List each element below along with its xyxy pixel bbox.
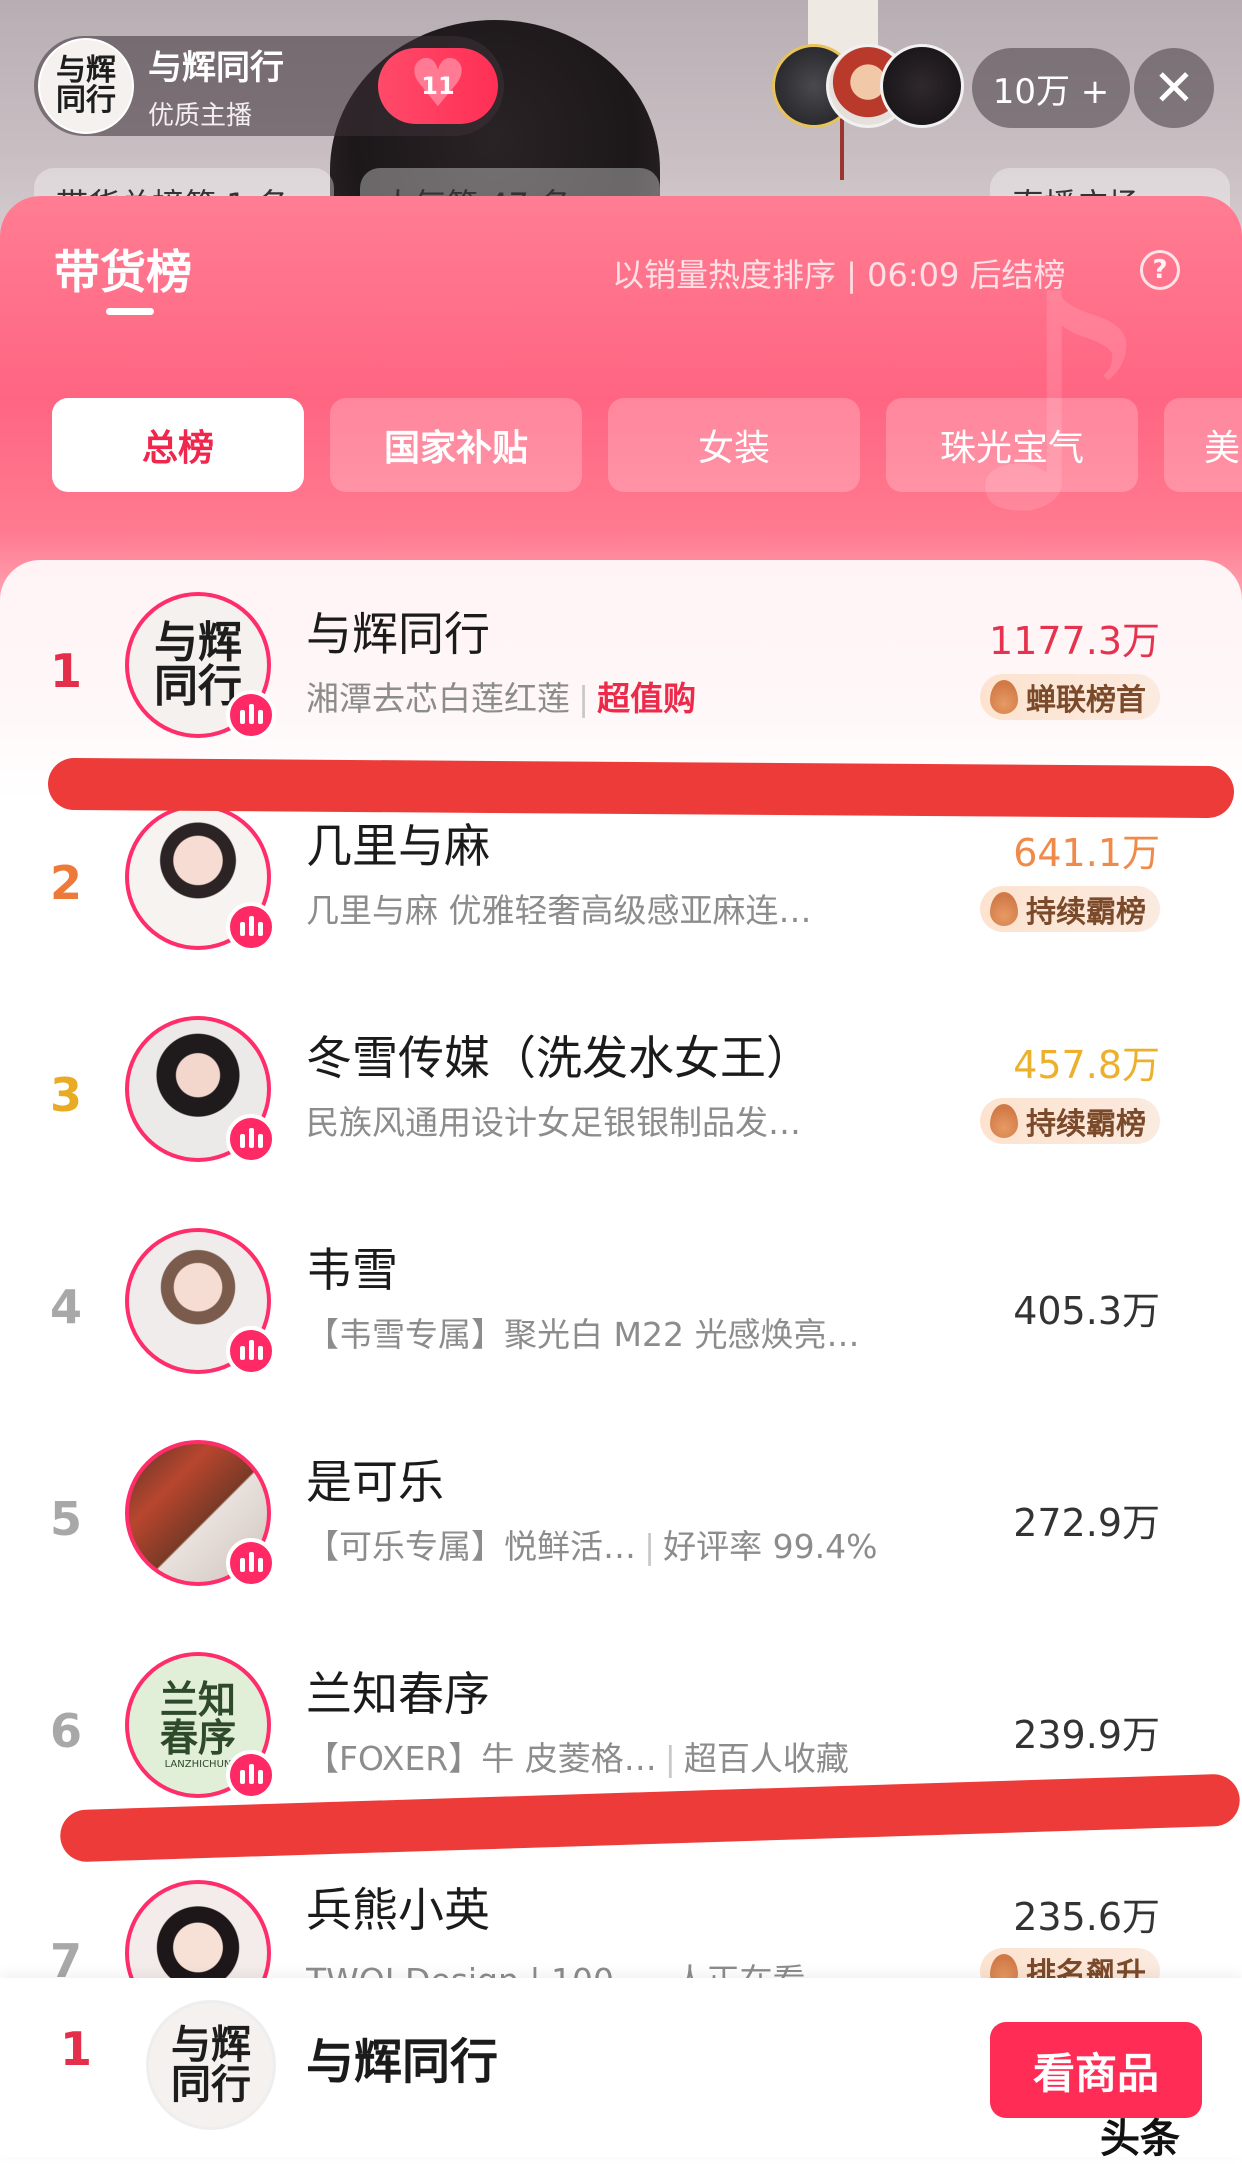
sales-value: 272.9万 bbox=[1013, 1501, 1160, 1545]
live-indicator-icon bbox=[226, 1750, 276, 1800]
live-indicator-icon bbox=[226, 902, 276, 952]
top-viewers[interactable] bbox=[772, 44, 964, 130]
rank-badge: 蝉联榜首 bbox=[980, 674, 1160, 720]
heart-count: 11 bbox=[421, 72, 455, 100]
streamer-name: 冬雪传媒（洗发水女王） bbox=[306, 1031, 812, 1085]
current-host-bar[interactable]: 1 与辉同行 与辉同行 看商品 bbox=[0, 1978, 1242, 2157]
product-description: 湘潭去芯白莲红莲 | 超值购 bbox=[306, 679, 697, 718]
help-icon[interactable]: ? bbox=[1140, 250, 1180, 290]
flame-icon bbox=[990, 892, 1018, 926]
streamer-name: 与辉同行 bbox=[306, 607, 490, 661]
host-tag: 优质主播 bbox=[148, 101, 253, 131]
rank-number: 4 bbox=[50, 1280, 83, 1334]
live-indicator-icon bbox=[226, 1326, 276, 1376]
current-host-avatar[interactable]: 与辉同行 bbox=[146, 2000, 276, 2130]
tab-womens-wear[interactable]: 女装 bbox=[608, 398, 860, 492]
product-text: 湘潭去芯白莲红莲 bbox=[306, 679, 570, 718]
toutiao-watermark: 头条 bbox=[1100, 2116, 1180, 2162]
tab-national-subsidy[interactable]: 国家补贴 bbox=[330, 398, 582, 492]
product-text: 【FOXER】牛 皮菱格… bbox=[306, 1739, 657, 1778]
sales-value: 405.3万 bbox=[1013, 1289, 1160, 1333]
streamer-name: 韦雪 bbox=[306, 1243, 398, 1297]
tab-jewelry[interactable]: 珠光宝气 bbox=[886, 398, 1138, 492]
product-description: 【可乐专属】悦鲜活… | 好评率 99.4% bbox=[306, 1527, 878, 1566]
streamer-name: 几里与麻 bbox=[306, 819, 490, 873]
viewer-count-button[interactable]: 10万 + bbox=[972, 48, 1130, 128]
rank-number: 3 bbox=[50, 1068, 83, 1122]
ranking-row[interactable]: 2 几里与麻 几里与麻 优雅轻奢高级感亚麻连… 641.1万 持续霸榜 bbox=[0, 804, 1242, 1004]
host-avatar-text: 与辉同行 bbox=[56, 53, 116, 118]
sales-value: 235.6万 bbox=[1013, 1895, 1160, 1939]
live-indicator-icon bbox=[226, 690, 276, 740]
ranking-sheet: ♪ 带货榜 以销量热度排序 | 06:09 后结榜 ? 总榜 国家补贴 女装 珠… bbox=[0, 196, 1242, 2157]
viewer-avatar[interactable] bbox=[880, 44, 964, 128]
rank-number: 5 bbox=[50, 1492, 83, 1546]
rank-badge-text: 持续霸榜 bbox=[1026, 895, 1146, 930]
tab-beauty[interactable]: 美 bbox=[1164, 398, 1242, 492]
board-title: 带货榜 bbox=[54, 245, 192, 299]
streamer-name: 兰知春序 bbox=[306, 1667, 490, 1721]
close-icon[interactable]: ✕ bbox=[1134, 48, 1214, 128]
avatar-brand-subtext: LANZHICHUN bbox=[164, 1758, 232, 1770]
ranking-row[interactable]: 4 韦雪 【韦雪专属】聚光白 M22 光感焕亮… 405.3万 bbox=[0, 1228, 1242, 1428]
rank-badge-text: 蝉联榜首 bbox=[1026, 683, 1146, 718]
tab-overall[interactable]: 总榜 bbox=[52, 398, 304, 492]
product-description: 几里与麻 优雅轻奢高级感亚麻连… bbox=[306, 891, 812, 930]
rank-number: 1 bbox=[50, 644, 83, 698]
heart-icon: 11 bbox=[408, 51, 468, 117]
sales-value: 1177.3万 bbox=[989, 619, 1160, 663]
red-strike-mark bbox=[47, 757, 1235, 819]
host-name: 与辉同行 bbox=[148, 48, 284, 88]
streamer-name: 是可乐 bbox=[306, 1455, 444, 1509]
title-underline bbox=[106, 308, 154, 315]
product-tag: 超值购 bbox=[597, 679, 697, 718]
sales-value: 641.1万 bbox=[1013, 831, 1160, 875]
rank-number: 6 bbox=[50, 1704, 83, 1758]
category-tabs: 总榜 国家补贴 女装 珠光宝气 美 bbox=[52, 398, 1242, 492]
rank-number: 2 bbox=[50, 856, 83, 910]
flame-icon bbox=[990, 1104, 1018, 1138]
sales-value: 239.9万 bbox=[1013, 1713, 1160, 1757]
view-products-button[interactable]: 看商品 bbox=[990, 2022, 1202, 2118]
flame-icon bbox=[990, 680, 1018, 714]
host-avatar[interactable]: 与辉同行 bbox=[38, 38, 134, 134]
product-description: 【FOXER】牛 皮菱格… | 超百人收藏 bbox=[306, 1739, 849, 1778]
product-description: 民族风通用设计女足银银制品发… bbox=[306, 1103, 801, 1142]
product-tag: 好评率 99.4% bbox=[663, 1527, 878, 1566]
sales-value: 457.8万 bbox=[1013, 1043, 1160, 1087]
ranking-row[interactable]: 5 是可乐 【可乐专属】悦鲜活… | 好评率 99.4% 272.9万 bbox=[0, 1440, 1242, 1640]
product-text: 【可乐专属】悦鲜活… bbox=[306, 1527, 636, 1566]
current-host-name: 与辉同行 bbox=[306, 2034, 499, 2090]
current-rank-number: 1 bbox=[60, 2022, 93, 2076]
product-description: 【韦雪专属】聚光白 M22 光感焕亮… bbox=[306, 1315, 860, 1354]
host-avatar-calligraphy: 与辉同行 bbox=[51, 56, 121, 116]
rank-badge-text: 持续霸榜 bbox=[1026, 1107, 1146, 1142]
fan-club-heart-badge[interactable]: 11 bbox=[378, 48, 498, 124]
ranking-row[interactable]: 3 冬雪传媒（洗发水女王） 民族风通用设计女足银银制品发… 457.8万 持续霸… bbox=[0, 1016, 1242, 1216]
streamer-name: 兵熊小英 bbox=[306, 1883, 490, 1937]
product-tag: 超百人收藏 bbox=[683, 1739, 849, 1778]
sort-note: 以销量热度排序 | 06:09 后结榜 bbox=[612, 256, 1066, 294]
rank-badge: 持续霸榜 bbox=[980, 1098, 1160, 1144]
current-host-avatar-text: 与辉同行 bbox=[171, 2021, 251, 2108]
live-indicator-icon bbox=[226, 1538, 276, 1588]
avatar-brand-text: 兰知春序 bbox=[159, 1676, 236, 1760]
live-indicator-icon bbox=[226, 1114, 276, 1164]
rank-badge: 持续霸榜 bbox=[980, 886, 1160, 932]
